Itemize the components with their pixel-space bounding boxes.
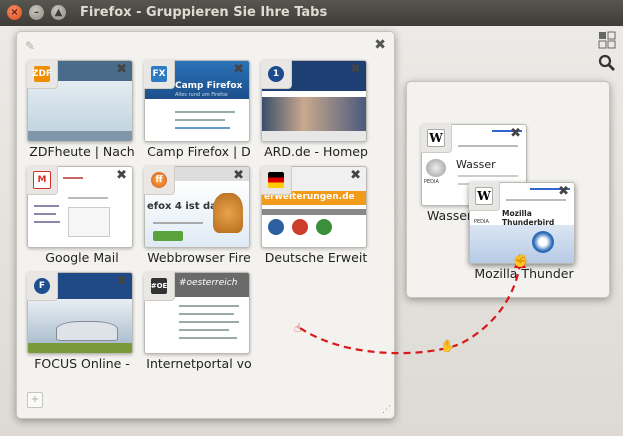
favicon: ff (144, 166, 175, 195)
favicon: W (469, 182, 500, 211)
oe-icon: #OE (151, 278, 167, 294)
favicon: de (261, 166, 292, 195)
zdf-icon: ZDF (32, 66, 52, 82)
close-tab-button[interactable]: ✖ (350, 62, 361, 77)
minimize-window-button[interactable]: – (29, 5, 44, 20)
wikipedia-icon: W (475, 187, 493, 205)
tab-groups-view: ✎ ✖ ZDF ✖ ZDFheute | Nach Camp Firefox A… (0, 26, 623, 436)
favicon: #OE (144, 272, 175, 301)
close-tab-button[interactable]: ✖ (116, 168, 127, 183)
favicon: M (27, 166, 58, 195)
wikipedia-icon: W (427, 129, 445, 147)
drag-start-cursor-icon: ☝ (294, 321, 302, 335)
close-tab-button[interactable]: ✖ (116, 62, 127, 77)
close-tab-button[interactable]: ✖ (350, 168, 361, 183)
close-tab-button[interactable]: ✖ (233, 168, 244, 183)
ard-icon: 1 (268, 66, 284, 82)
favicon: W (421, 124, 452, 153)
close-tab-button[interactable]: ✖ (558, 184, 569, 199)
focus-icon: F (34, 278, 50, 294)
firefox-icon: ff (151, 172, 167, 188)
close-tab-button[interactable]: ✖ (233, 62, 244, 77)
title-bar: × – ▲ Firefox - Gruppieren Sie Ihre Tabs (0, 0, 623, 26)
close-tab-button[interactable]: ✖ (116, 274, 127, 289)
german-flag-icon: de (268, 172, 284, 188)
favicon: ZDF (27, 60, 58, 89)
drag-path-arrow (299, 254, 526, 355)
favicon: F (27, 272, 58, 301)
favicon: 1 (261, 60, 292, 89)
favicon: FX (144, 60, 175, 89)
close-window-button[interactable]: × (7, 5, 22, 20)
close-tab-button[interactable]: ✖ (510, 126, 521, 141)
window-title: Firefox - Gruppieren Sie Ihre Tabs (80, 5, 328, 20)
gmail-icon: M (33, 171, 51, 189)
hand-cursor-icon: ✋ (440, 339, 455, 353)
grab-cursor-icon: ✊ (513, 254, 528, 268)
firefox-window: × – ▲ Firefox - Gruppieren Sie Ihre Tabs… (0, 0, 623, 436)
maximize-window-button[interactable]: ▲ (51, 5, 66, 20)
camp-firefox-icon: FX (151, 66, 167, 82)
